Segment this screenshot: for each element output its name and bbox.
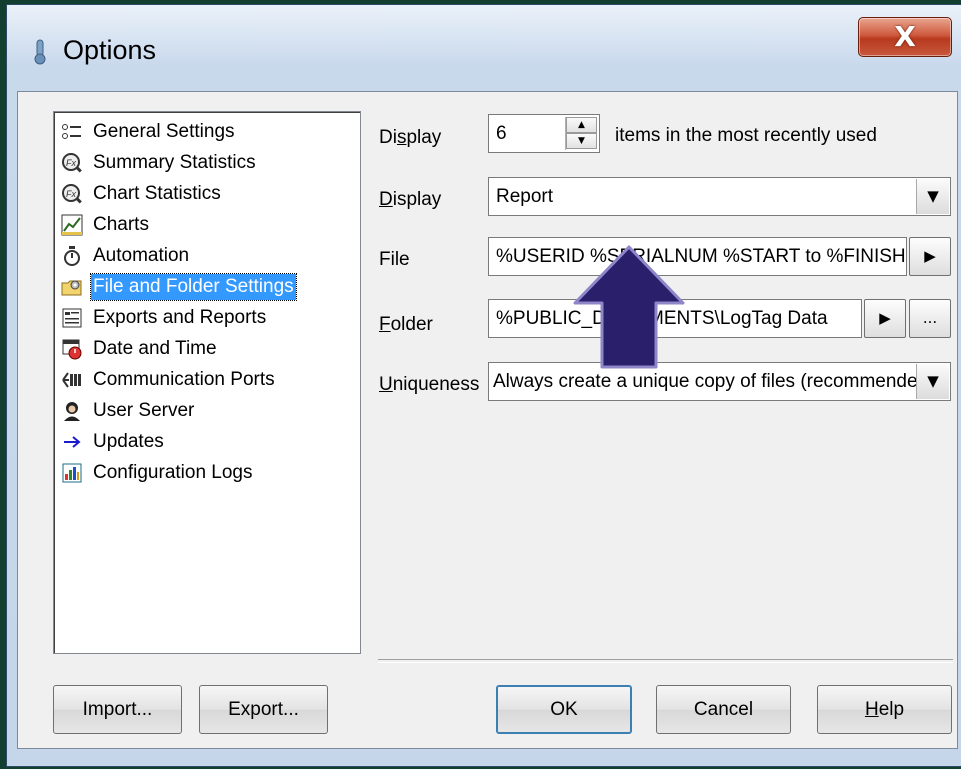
tree-item-communication-ports[interactable]: Communication Ports — [61, 366, 277, 394]
tree-item-automation[interactable]: Automation — [61, 242, 191, 270]
svg-text:Fx: Fx — [66, 158, 76, 168]
display-label: Display — [379, 189, 442, 210]
file-name-input[interactable]: %USERID %SERIALNUM %START to %FINISH — [488, 237, 907, 276]
port-icon — [62, 372, 81, 388]
tree-item-summary-statistics[interactable]: Fx Summary Statistics — [61, 149, 258, 177]
display-count-label: Display — [379, 127, 442, 148]
chevron-down-icon[interactable]: ▼ — [916, 179, 949, 214]
svg-text:Fx: Fx — [66, 189, 76, 199]
triangle-right-icon: ▶ — [879, 309, 891, 327]
import-button[interactable]: Import... — [53, 685, 182, 734]
log-icon — [62, 463, 82, 483]
close-button[interactable]: X — [858, 17, 952, 57]
mru-suffix-label: items in the most recently used — [615, 125, 877, 146]
tree-item-updates[interactable]: Updates — [61, 428, 166, 456]
tree-item-chart-statistics[interactable]: Fx Chart Statistics — [61, 180, 223, 208]
tree-item-exports-and-reports[interactable]: Exports and Reports — [61, 304, 268, 332]
spin-up-icon[interactable]: ▲ — [566, 117, 597, 133]
list-settings-icon — [62, 123, 81, 139]
tree-item-general-settings[interactable]: General Settings — [61, 118, 237, 146]
options-window: Options X General Settings Fx Summary St… — [6, 4, 961, 767]
cancel-button[interactable]: Cancel — [656, 685, 791, 734]
close-icon: X — [894, 20, 916, 53]
export-button[interactable]: Export... — [199, 685, 328, 734]
separator — [378, 659, 953, 663]
options-category-tree[interactable]: General Settings Fx Summary Statistics F… — [53, 111, 361, 654]
line-chart-icon — [61, 214, 83, 236]
tree-item-user-server[interactable]: User Server — [61, 397, 196, 425]
ok-button[interactable]: OK — [496, 685, 632, 734]
uniqueness-label: Uniqueness — [379, 374, 480, 395]
stopwatch-icon — [64, 245, 80, 266]
folder-settings-icon — [61, 280, 82, 296]
tree-item-date-and-time[interactable]: Date and Time — [61, 335, 219, 363]
folder-browse-button[interactable]: ... — [909, 299, 951, 338]
calendar-clock-icon — [62, 339, 82, 360]
folder-insert-token-button[interactable]: ▶ — [864, 299, 906, 338]
file-label: File — [379, 249, 410, 270]
display-dropdown[interactable]: Report ▼ — [488, 177, 951, 216]
chevron-down-icon[interactable]: ▼ — [916, 364, 949, 399]
arrow-right-icon — [64, 436, 81, 448]
help-button[interactable]: Help — [817, 685, 952, 734]
dialog-client-area: General Settings Fx Summary Statistics F… — [17, 91, 958, 749]
file-insert-token-button[interactable]: ▶ — [909, 237, 951, 276]
mru-count-spinner[interactable]: 6 ▲ ▼ — [488, 114, 600, 153]
statistics-icon: Fx — [62, 183, 82, 204]
annotation-arrow-icon — [573, 245, 685, 369]
spinner-buttons[interactable]: ▲ ▼ — [565, 117, 597, 150]
report-icon — [62, 308, 82, 328]
tree-item-file-and-folder-settings[interactable]: File and Folder Settings — [61, 272, 297, 301]
folder-label: Folder — [379, 314, 433, 335]
tree-item-charts[interactable]: Charts — [61, 211, 151, 239]
window-title: Options — [63, 35, 157, 65]
uniqueness-dropdown[interactable]: Always create a unique copy of files (re… — [488, 362, 951, 401]
user-server-icon — [64, 401, 80, 421]
spin-down-icon[interactable]: ▼ — [566, 133, 597, 149]
tree-item-configuration-logs[interactable]: Configuration Logs — [61, 459, 255, 487]
title-bar[interactable]: Options X — [7, 5, 961, 91]
thermometer-icon — [34, 39, 46, 65]
triangle-right-icon: ▶ — [924, 247, 936, 265]
statistics-icon: Fx — [62, 152, 82, 173]
